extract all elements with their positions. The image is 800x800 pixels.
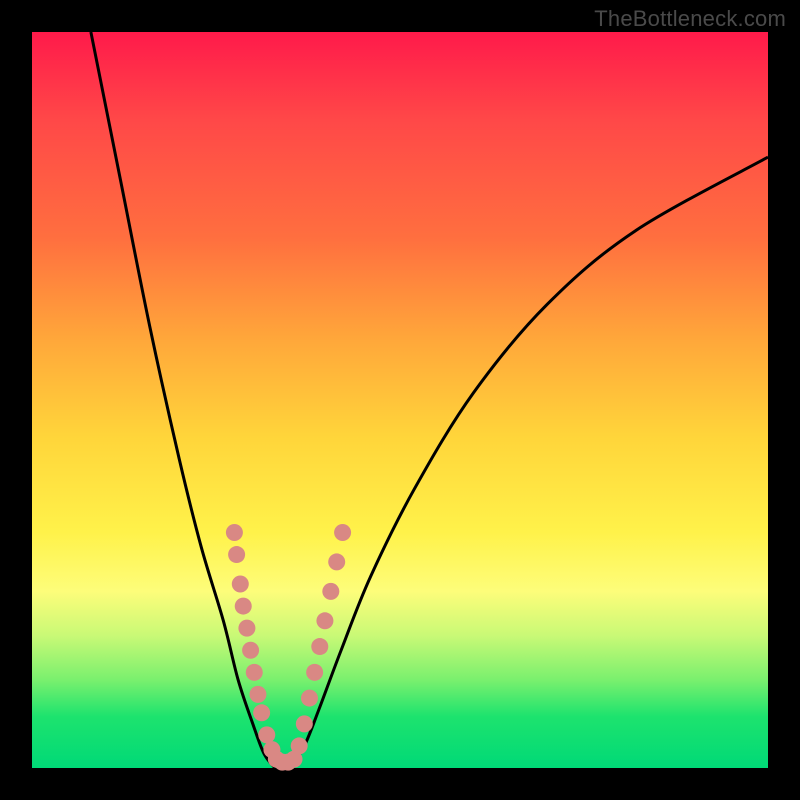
data-marker (249, 686, 266, 703)
data-marker (334, 524, 351, 541)
data-marker (301, 690, 318, 707)
data-marker (322, 583, 339, 600)
chart-svg (32, 32, 768, 768)
marker-layer (226, 524, 351, 771)
data-marker (291, 737, 308, 754)
data-marker (328, 553, 345, 570)
data-marker (306, 664, 323, 681)
data-marker (311, 638, 328, 655)
data-marker (316, 612, 333, 629)
data-marker (228, 546, 245, 563)
data-marker (296, 715, 313, 732)
curve-layer (91, 32, 768, 768)
chart-frame: TheBottleneck.com (0, 0, 800, 800)
data-marker (226, 524, 243, 541)
data-marker (258, 726, 275, 743)
data-marker (238, 620, 255, 637)
data-marker (235, 598, 252, 615)
bottleneck-curve-right (290, 157, 768, 768)
data-marker (253, 704, 270, 721)
watermark-text: TheBottleneck.com (594, 6, 786, 32)
data-marker (242, 642, 259, 659)
data-marker (232, 576, 249, 593)
data-marker (246, 664, 263, 681)
